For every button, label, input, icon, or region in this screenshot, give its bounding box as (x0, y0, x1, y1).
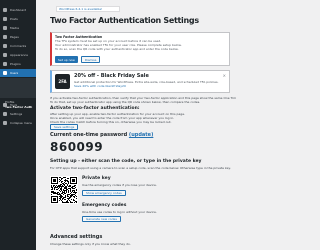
sidebar-item[interactable]: Posts (0, 15, 36, 23)
sidebar-item[interactable]: Tools (0, 101, 36, 109)
menu-icon (3, 8, 7, 12)
main-content: WordPress 6.4.1 is available! Two Factor… (36, 0, 250, 250)
sidebar-item-label: Posts (10, 17, 18, 21)
intro-text: If you activate two-factor authenticatio… (50, 96, 236, 104)
intro-line: To do that, set up your authenticator ap… (50, 100, 201, 104)
menu-icon (3, 53, 7, 57)
save-settings-button[interactable]: Save settings (50, 124, 79, 130)
menu-icon (3, 17, 7, 21)
show-codes-button[interactable]: Show emergency codes (82, 190, 126, 196)
plugin-logo: 2FA (55, 74, 70, 89)
notice-actions: Set up now Dismiss (55, 56, 101, 63)
sale-notice: 2FA 20% off - Black Friday Sale Get addi… (50, 70, 230, 93)
menu-icon (3, 103, 7, 107)
sale-link[interactable]: Save 20% with code blackfriday20 (74, 84, 126, 88)
menu-icon (3, 71, 7, 75)
sidebar-item[interactable]: Settings (0, 110, 36, 118)
sidebar-item[interactable]: Media (0, 24, 36, 32)
sidebar-item-label: Media (10, 26, 20, 30)
activate-line: Check the codes match before turning thi… (50, 120, 172, 124)
menu-icon (3, 26, 7, 30)
sidebar-item-label: Pages (10, 35, 19, 39)
sidebar-item-label: Appearance (10, 53, 29, 57)
menu-icon (3, 121, 7, 125)
sidebar-item-label: Dashboard (10, 8, 27, 12)
advanced-heading: Advanced settings (50, 234, 103, 240)
sidebar-item[interactable]: Plugins (0, 60, 36, 68)
menu-icon (3, 35, 7, 39)
sidebar-item[interactable]: Collapse menu (0, 119, 36, 127)
sidebar-item[interactable]: Comments (0, 42, 36, 50)
sidebar-item-label: Settings (10, 112, 23, 116)
plugin-logo-text: 2FA (58, 79, 67, 84)
sidebar-item-label: Collapse menu (10, 121, 33, 125)
update-otp-link[interactable]: (update) (129, 132, 153, 138)
update-notice: WordPress 6.4.1 is available! (56, 6, 120, 12)
setup-heading: Setting up - either scan the code, or ty… (50, 159, 202, 164)
admin-sidebar: Dashboard Posts Media Pages Comments Appearan… (0, 0, 36, 250)
close-icon[interactable]: × (223, 73, 226, 78)
update-notice-link[interactable]: WordPress 6.4.1 is available! (59, 7, 102, 11)
sidebar-item[interactable]: Dashboard (0, 6, 36, 14)
notice-line: To do so, scan the QR code with your aut… (55, 47, 179, 51)
advanced-text: Change these settings only if you know w… (50, 242, 131, 246)
sidebar-item[interactable]: Users (0, 69, 36, 77)
emergency-codes-text: One-time use codes to log in without you… (82, 210, 157, 214)
activate-text: After setting up your app, enable two-fa… (50, 112, 236, 124)
sidebar-item-label: Plugins (10, 62, 21, 66)
otp-code: 860099 (50, 140, 104, 154)
emergency-codes-heading: Emergency codes (82, 203, 127, 208)
sidebar-item-label: Comments (10, 44, 27, 48)
setup-now-button[interactable]: Set up now (55, 56, 78, 63)
menu-icon (3, 62, 7, 66)
sidebar-item[interactable]: Appearance (0, 51, 36, 59)
activate-heading: Activate two-factor authentication: (50, 106, 140, 111)
menu-icon (3, 112, 7, 116)
private-key-text: Use the emergency codes if you lose your… (82, 183, 157, 187)
sidebar-item[interactable]: Pages (0, 33, 36, 41)
tfa-required-notice: Two Factor Authentication The TFA system… (50, 32, 230, 66)
sidebar-item-label: Users (10, 71, 19, 75)
current-otp-label: Current one-time password (50, 132, 128, 138)
qr-code (50, 176, 78, 204)
generate-codes-button[interactable]: Generate new codes (82, 216, 121, 222)
dismiss-button[interactable]: Dismiss (80, 56, 101, 63)
sale-title: 20% off - Black Friday Sale (74, 73, 149, 79)
sidebar-item-label: Tools (10, 103, 18, 107)
private-key-heading: Private key (82, 176, 111, 181)
page-title: Two Factor Authentication Settings (50, 16, 199, 25)
current-otp-heading: Current one-time password (update) (50, 132, 153, 138)
sale-text: Get additional protection for WordPress.… (74, 80, 224, 88)
setup-text: For OTP apps that support using a camera… (50, 166, 231, 170)
menu-icon (3, 44, 7, 48)
sidebar-submenu-item[interactable]: Two Factor Auth (0, 93, 36, 109)
